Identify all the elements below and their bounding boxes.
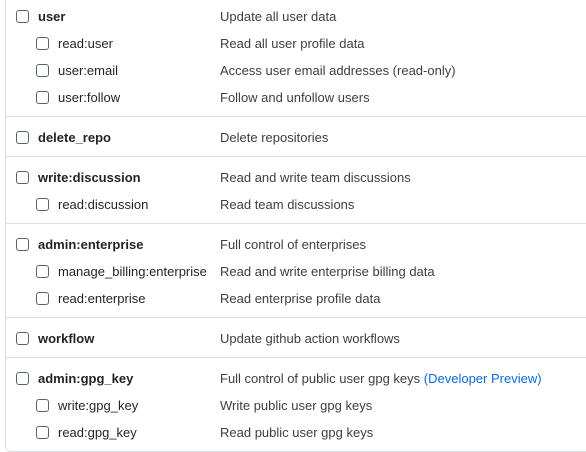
scope-group: admin:enterprise Full control of enterpri… [6,224,586,318]
scope-name: write:discussion [38,170,141,185]
scope-description: Delete repositories [220,124,328,151]
scope-name: read:gpg_key [58,425,137,440]
scope-checkbox[interactable] [36,91,49,104]
scope-description-text: Update all user data [220,9,337,24]
scope-row[interactable]: read:gpg_key Read public user gpg keys [6,419,586,446]
scope-row[interactable]: manage_billing:enterprise Read and write … [6,258,586,285]
scope-name: admin:gpg_key [38,371,134,386]
scope-group: delete_repo Delete repositories [6,117,586,157]
scope-group: user Update all user data read:user Read al… [6,0,586,117]
scope-description-text: Delete repositories [220,130,329,145]
scope-description: Write public user gpg keys [220,392,372,419]
scope-checkbox[interactable] [36,64,49,77]
scope-description: Full control of public user gpg keys (De… [220,365,542,392]
scope-checkbox[interactable] [36,292,49,305]
scope-checkbox[interactable] [16,372,29,385]
scope-row[interactable]: read:user Read all user profile data [6,30,586,57]
scope-name: admin:enterprise [38,237,144,252]
scope-description: Read enterprise profile data [220,285,380,312]
scope-group: workflow Update github action workflows [6,318,586,358]
scopes-list: user Update all user data read:user Read al… [5,0,586,452]
scope-row[interactable]: user Update all user data [6,3,586,30]
scope-description-text: Follow and unfollow users [220,90,370,105]
scope-checkbox[interactable] [16,332,29,345]
scope-row[interactable]: user:email Access user email addresses (r… [6,57,586,84]
scope-name: read:user [58,36,113,51]
scope-name: workflow [38,331,95,346]
scope-description: Read all user profile data [220,30,365,57]
scope-name: delete_repo [38,130,111,145]
scope-description: Update all user data [220,3,336,30]
scope-description-text: Read team discussions [220,197,355,212]
scope-description-text: Read and write team discussions [220,170,411,185]
scope-description-text: Access user email addresses (read-only) [220,63,456,78]
scope-description: Read team discussions [220,191,354,218]
scope-description: Update github action workflows [220,325,400,352]
scope-checkbox[interactable] [16,10,29,23]
scope-row[interactable]: admin:enterprise Full control of enterpri… [6,231,586,258]
scope-description: Full control of enterprises [220,231,366,258]
scope-row[interactable]: read:enterprise Read enterprise profile d… [6,285,586,312]
scope-row[interactable]: admin:gpg_key Full control of public user… [6,365,586,392]
scope-name: write:gpg_key [58,398,139,413]
scope-name: user:email [58,63,118,78]
scope-description: Read public user gpg keys [220,419,373,446]
scope-checkbox[interactable] [36,399,49,412]
scope-description-text: Full control of public user gpg keys [220,371,421,386]
scope-checkbox[interactable] [16,171,29,184]
scope-checkbox[interactable] [16,238,29,251]
scope-row[interactable]: read:discussion Read team discussions [6,191,586,218]
scope-checkbox[interactable] [36,37,49,50]
scope-description: Access user email addresses (read-only) [220,57,456,84]
scope-row[interactable]: delete_repo Delete repositories [6,124,586,151]
scope-name: manage_billing:enterprise [58,264,207,279]
scope-description-text: Read public user gpg keys [220,425,374,440]
scope-checkbox[interactable] [16,131,29,144]
scope-name: user:follow [58,90,121,105]
scope-description-text: Read and write enterprise billing data [220,264,435,279]
scope-description-text: Update github action workflows [220,331,400,346]
scope-description-text: Full control of enterprises [220,237,366,252]
scope-group: admin:gpg_key Full control of public user… [6,358,586,451]
scope-description: Read and write enterprise billing data [220,258,435,285]
scope-name: read:discussion [58,197,149,212]
scope-group: write:discussion Read and write team disc… [6,157,586,224]
scope-row[interactable]: user:follow Follow and unfollow users [6,84,586,111]
developer-preview-link[interactable]: (Developer Preview) [424,371,542,386]
scope-name: read:enterprise [58,291,146,306]
scope-checkbox[interactable] [36,265,49,278]
scope-description: Read and write team discussions [220,164,411,191]
scope-description-text: Write public user gpg keys [220,398,373,413]
scope-description-text: Read all user profile data [220,36,365,51]
scope-name: user [38,9,66,24]
scope-row[interactable]: write:gpg_key Write public user gpg keys [6,392,586,419]
scope-description: Follow and unfollow users [220,84,370,111]
scope-row[interactable]: workflow Update github action workflows [6,325,586,352]
scope-checkbox[interactable] [36,198,49,211]
scope-row[interactable]: write:discussion Read and write team disc… [6,164,586,191]
scope-checkbox[interactable] [36,426,49,439]
scope-description-text: Read enterprise profile data [220,291,381,306]
